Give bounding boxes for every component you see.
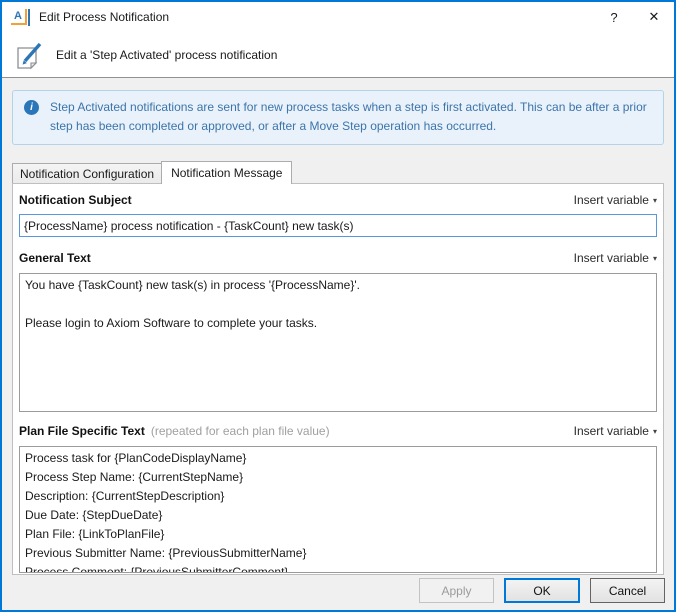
edit-note-icon	[12, 38, 46, 72]
plan-file-specific-textarea[interactable]: Process task for {PlanCodeDisplayName} P…	[19, 446, 657, 573]
general-text-textarea[interactable]: You have {TaskCount} new task(s) in proc…	[19, 273, 657, 412]
notification-message-panel: Notification Subject Insert variable ▾ G…	[12, 183, 664, 575]
chevron-down-icon: ▾	[653, 196, 657, 205]
info-banner-text: Step Activated notifications are sent fo…	[50, 100, 647, 133]
insert-variable-dropdown-subject[interactable]: Insert variable ▾	[574, 193, 657, 207]
info-banner: i Step Activated notifications are sent …	[12, 90, 664, 145]
dialog-subtitle: Edit a 'Step Activated' process notifica…	[56, 48, 277, 62]
apply-button: Apply	[419, 578, 494, 603]
info-icon: i	[24, 100, 39, 115]
insert-variable-label: Insert variable	[574, 193, 649, 207]
help-icon[interactable]: ?	[594, 2, 634, 32]
dialog-button-row: Apply OK Cancel	[419, 578, 665, 603]
title-bar: A Edit Process Notification ? ✕	[2, 2, 674, 32]
general-text-label: General Text	[19, 251, 91, 265]
insert-variable-dropdown-general[interactable]: Insert variable ▾	[574, 251, 657, 265]
axiom-logo-icon: A	[11, 9, 27, 25]
close-icon[interactable]: ✕	[634, 2, 674, 32]
insert-variable-label: Insert variable	[574, 251, 649, 265]
titlebar-buttons: ? ✕	[594, 2, 674, 32]
general-label-row: General Text Insert variable ▾	[19, 251, 657, 266]
dialog-header: Edit a 'Step Activated' process notifica…	[2, 32, 674, 78]
notification-subject-input[interactable]	[19, 214, 657, 237]
plan-file-hint: (repeated for each plan file value)	[151, 424, 330, 438]
tab-notification-configuration[interactable]: Notification Configuration	[12, 163, 162, 183]
edit-process-notification-dialog: A Edit Process Notification ? ✕ Edit a '…	[0, 0, 676, 612]
ok-button[interactable]: OK	[504, 578, 580, 603]
tab-label: Notification Configuration	[20, 167, 154, 181]
axiom-logo-bar-icon	[28, 9, 30, 26]
tab-label: Notification Message	[171, 166, 282, 180]
insert-variable-label: Insert variable	[574, 424, 649, 438]
chevron-down-icon: ▾	[653, 254, 657, 263]
notification-subject-label: Notification Subject	[19, 193, 132, 207]
window-title: Edit Process Notification	[39, 10, 169, 24]
cancel-button[interactable]: Cancel	[590, 578, 665, 603]
subject-label-row: Notification Subject Insert variable ▾	[19, 193, 657, 208]
insert-variable-dropdown-plan-file[interactable]: Insert variable ▾	[574, 424, 657, 438]
plan-file-label-row: Plan File Specific Text (repeated for ea…	[19, 424, 657, 439]
tab-strip: Notification Configuration Notification …	[12, 160, 664, 183]
chevron-down-icon: ▾	[653, 427, 657, 436]
tab-notification-message[interactable]: Notification Message	[161, 161, 292, 184]
plan-file-specific-text-label: Plan File Specific Text	[19, 424, 145, 438]
